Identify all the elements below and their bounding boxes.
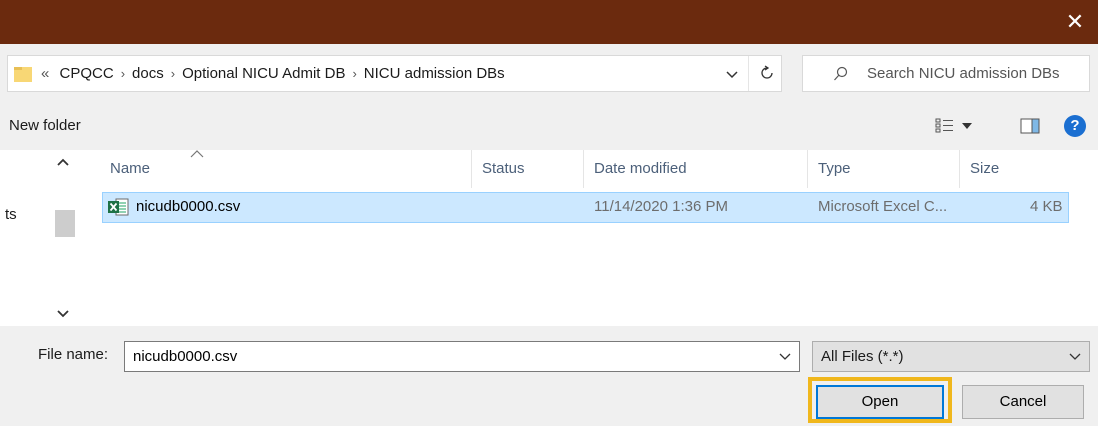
chevron-down-icon[interactable] (722, 64, 742, 84)
column-header-size[interactable]: Size (960, 150, 1098, 188)
search-icon (834, 66, 848, 81)
dialog-footer: File name: All Files (*.*) Open Cancel (0, 326, 1098, 426)
refresh-icon (761, 65, 773, 79)
column-header-status[interactable]: Status (472, 150, 584, 188)
nav-item[interactable]: ts (5, 206, 17, 223)
title-bar: ✕ (0, 0, 1098, 44)
breadcrumb-separator[interactable]: › (352, 66, 356, 81)
new-folder-button[interactable]: New folder (9, 117, 81, 134)
file-size: 4 KB (1030, 198, 1063, 215)
column-header-date-modified[interactable]: Date modified (584, 150, 808, 188)
open-button[interactable]: Open (816, 385, 944, 419)
toolbar: New folder ? (0, 104, 1098, 150)
caret-down-icon[interactable] (962, 123, 972, 129)
file-type-value: All Files (*.*) (821, 348, 904, 365)
view-options-icon[interactable] (935, 118, 955, 134)
chevron-down-icon[interactable] (779, 350, 791, 362)
navigation-pane: ts (0, 150, 46, 326)
close-icon[interactable]: ✕ (1052, 0, 1098, 44)
address-bar[interactable]: « CPQCC › docs › Optional NICU Admit DB › NICU… (7, 55, 782, 92)
file-name-label: File name: (38, 346, 109, 363)
file-name[interactable]: nicudb0000.csv (136, 198, 240, 215)
file-type: Microsoft Excel C... (818, 198, 948, 215)
refresh-button[interactable] (748, 56, 784, 91)
scroll-up-icon[interactable] (57, 158, 69, 166)
search-box[interactable]: Search NICU admission DBs (802, 55, 1090, 92)
breadcrumb-item-docs[interactable]: docs (132, 65, 164, 82)
file-type-select[interactable]: All Files (*.*) (812, 341, 1090, 372)
excel-csv-icon (108, 198, 129, 216)
breadcrumb-separator[interactable]: › (171, 66, 175, 81)
breadcrumb-overflow[interactable]: « (41, 65, 49, 82)
cancel-button[interactable]: Cancel (962, 385, 1084, 419)
nav-scrollbar[interactable] (46, 150, 86, 326)
scroll-down-icon[interactable] (57, 310, 69, 318)
column-header-type[interactable]: Type (808, 150, 960, 188)
breadcrumb-item-optional-nicu[interactable]: Optional NICU Admit DB (182, 65, 345, 82)
breadcrumb-separator[interactable]: › (121, 66, 125, 81)
file-date-modified: 11/14/2020 1:36 PM (594, 198, 728, 215)
help-icon[interactable]: ? (1064, 115, 1086, 137)
preview-pane-icon[interactable] (1020, 118, 1040, 134)
sort-ascending-icon (190, 150, 204, 158)
column-header-name[interactable]: Name (100, 150, 472, 188)
file-name-input[interactable] (125, 342, 765, 371)
search-input[interactable]: Search NICU admission DBs (867, 65, 1060, 82)
breadcrumb-item-cpqcc[interactable]: CPQCC (60, 65, 114, 82)
folder-icon (14, 67, 32, 82)
scroll-thumb[interactable] (55, 210, 75, 237)
address-row: « CPQCC › docs › Optional NICU Admit DB › NICU… (0, 44, 1098, 104)
chevron-down-icon (1069, 353, 1081, 360)
breadcrumb-item-nicu-admission[interactable]: NICU admission DBs (364, 65, 505, 82)
file-name-combobox[interactable] (124, 341, 800, 372)
breadcrumb: « CPQCC › docs › Optional NICU Admit DB › NICU… (41, 65, 505, 82)
